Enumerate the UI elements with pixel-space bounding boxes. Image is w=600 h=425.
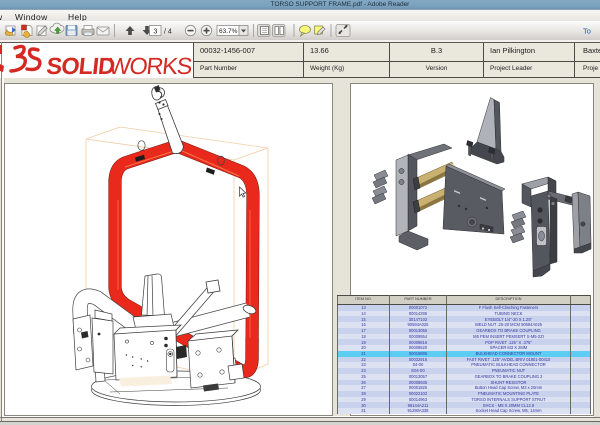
svg-text:3: 3 (154, 29, 158, 36)
svg-text:To: To (583, 27, 591, 36)
svg-text:SOLID: SOLID (45, 53, 116, 78)
svg-text:63.7%: 63.7% (219, 28, 238, 35)
svg-text:/ 4: / 4 (164, 29, 172, 36)
svg-text:WORKS: WORKS (107, 53, 193, 78)
